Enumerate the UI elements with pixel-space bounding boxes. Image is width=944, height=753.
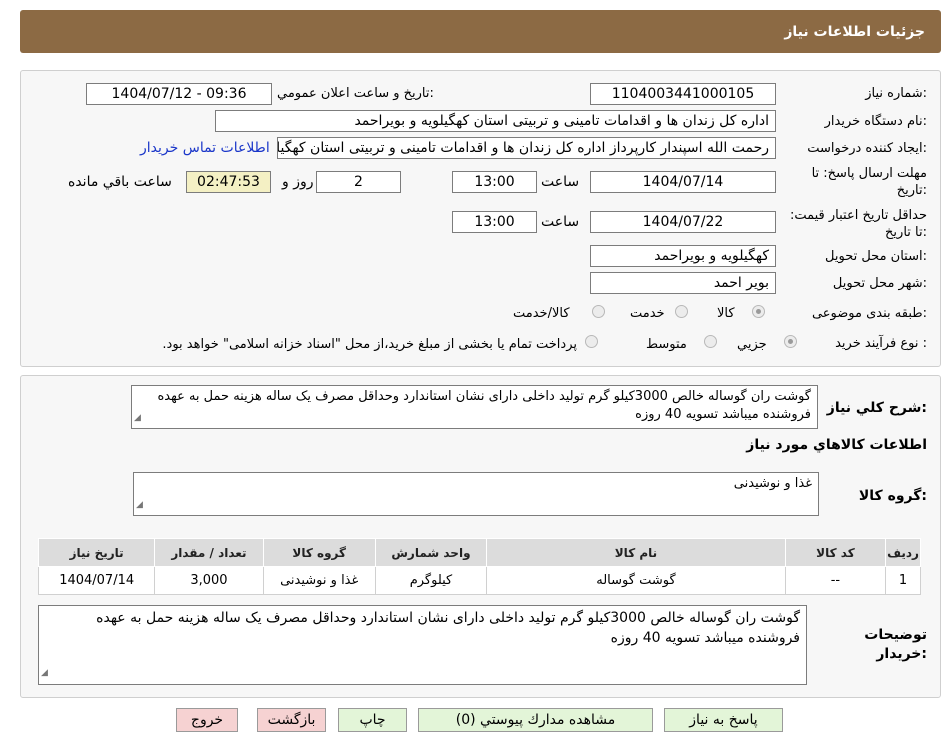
cell-row: 1 bbox=[885, 566, 921, 595]
back-button[interactable]: بازگشت bbox=[257, 708, 326, 732]
province-field: کهگیلویه و بویراحمد bbox=[590, 245, 776, 267]
process-radio-minor[interactable] bbox=[784, 335, 797, 348]
reply-button[interactable]: پاسخ به نياز bbox=[664, 708, 783, 732]
category-radio-goods[interactable] bbox=[752, 305, 765, 318]
buyer-notes-text: گوشت ران گوساله خالص 3000کیلو گرم تولید … bbox=[96, 610, 800, 646]
deadline-label: مهلت ارسال پاسخ: تا تاريخ: bbox=[811, 166, 927, 198]
validity-date-field: 1404/07/22 bbox=[590, 211, 776, 233]
category-goods-label: کالا bbox=[717, 306, 735, 321]
resize-handle-icon[interactable]: ◢ bbox=[134, 409, 141, 427]
description-label: شرح كلي نياز: bbox=[826, 400, 927, 416]
col-row-header: رديف bbox=[885, 538, 921, 567]
creator-field: رحمت الله اسپندار کارپرداز اداره کل زندا… bbox=[277, 137, 776, 159]
goods-info-title: اطلاعات كالاهاي مورد نياز bbox=[746, 437, 927, 453]
category-label: طبقه بندی موضوعی: bbox=[811, 306, 927, 321]
col-quantity-header: تعداد / مقدار bbox=[154, 538, 264, 567]
description-textarea[interactable]: گوشت ران گوساله خالص 3000کیلو گرم تولید … bbox=[131, 385, 818, 429]
goods-group-textarea[interactable]: غذا و نوشیدنی ◢ bbox=[133, 472, 819, 516]
table-header-row: رديف كد كالا نام كالا واحد شمارش گروه كا… bbox=[37, 538, 921, 567]
announce-label: تاريخ و ساعت اعلان عمومي: bbox=[277, 86, 434, 101]
col-group-header: گروه كالا bbox=[262, 538, 376, 567]
need-number-field: 1104003441000105 bbox=[590, 83, 776, 105]
process-medium-label: متوسط bbox=[646, 337, 687, 352]
resize-handle-icon[interactable]: ◢ bbox=[41, 663, 48, 683]
payment-note: پرداخت تمام يا بخشی از مبلغ خريد،از محل … bbox=[162, 337, 577, 352]
deadline-date-field: 1404/07/14 bbox=[590, 171, 776, 193]
need-number-label: شماره نياز: bbox=[865, 86, 927, 101]
page-title: جزئيات اطلاعات نياز bbox=[784, 23, 925, 40]
process-label: نوع فرآيند خريد : bbox=[835, 336, 927, 351]
back-button-label: بازگشت bbox=[267, 712, 316, 728]
col-name-header: نام كالا bbox=[486, 538, 786, 567]
exit-button-label: خروج bbox=[190, 712, 224, 728]
goods-group-text: غذا و نوشیدنی bbox=[733, 476, 812, 491]
validity-label: حداقل تاريخ اعتبار قيمت: تا تاريخ: bbox=[789, 208, 927, 240]
col-code-header: كد كالا bbox=[784, 538, 887, 567]
col-unit-header: واحد شمارش bbox=[374, 538, 488, 567]
cell-quantity: 3,000 bbox=[154, 566, 264, 595]
payment-checkbox[interactable] bbox=[585, 335, 598, 348]
remaining-time-field: 02:47:53 bbox=[186, 171, 271, 193]
buyer-notes-textarea[interactable]: گوشت ران گوساله خالص 3000کیلو گرم تولید … bbox=[38, 605, 807, 685]
exit-button[interactable]: خروج bbox=[176, 708, 238, 732]
cell-code: -- bbox=[784, 566, 887, 595]
category-goods-service-label: کالا/خدمت bbox=[513, 306, 570, 321]
city-label: شهر محل تحويل: bbox=[832, 276, 927, 291]
cell-name: گوشت گوساله bbox=[486, 566, 786, 595]
days-field: 2 bbox=[316, 171, 401, 193]
goods-group-label: گروه كالا: bbox=[858, 488, 927, 504]
announce-field: 1404/07/12 - 09:36 bbox=[86, 83, 272, 105]
deadline-time-label: ساعت bbox=[541, 174, 580, 190]
attachments-button-label: مشاهده مدارك پيوستي (0) bbox=[455, 712, 616, 728]
description-text: گوشت ران گوساله خالص 3000کیلو گرم تولید … bbox=[157, 389, 811, 422]
process-minor-label: جزيي bbox=[737, 337, 767, 352]
days-label: روز و bbox=[282, 174, 314, 190]
print-button-label: چاپ bbox=[359, 712, 386, 728]
creator-label: ايجاد کننده درخواست: bbox=[807, 141, 927, 156]
cell-date: 1404/07/14 bbox=[37, 566, 156, 595]
category-service-label: خدمت bbox=[630, 306, 665, 321]
buyer-notes-label: توضيحات خريدار: bbox=[864, 627, 927, 662]
buyer-org-field: اداره کل زندان ها و اقدامات تامینی و ترب… bbox=[215, 110, 776, 132]
table-row: 1 -- گوشت گوساله کیلوگرم غذا و نوشیدنی 3… bbox=[37, 566, 921, 595]
category-radio-goods-service[interactable] bbox=[592, 305, 605, 318]
deadline-time-field: 13:00 bbox=[452, 171, 537, 193]
province-label: استان محل تحويل: bbox=[825, 249, 927, 264]
cell-unit: کیلوگرم bbox=[374, 566, 488, 595]
reply-button-label: پاسخ به نياز bbox=[689, 712, 758, 728]
attachments-button[interactable]: مشاهده مدارك پيوستي (0) bbox=[418, 708, 653, 732]
cell-group: غذا و نوشیدنی bbox=[262, 566, 376, 595]
buyer-org-label: نام دستگاه خريدار: bbox=[824, 114, 927, 129]
validity-time-field: 13:00 bbox=[452, 211, 537, 233]
buyer-contact-link[interactable]: اطلاعات تماس خريدار bbox=[140, 140, 270, 156]
validity-time-label: ساعت bbox=[541, 214, 580, 230]
remaining-label: ساعت باقي مانده bbox=[68, 174, 172, 190]
print-button[interactable]: چاپ bbox=[338, 708, 407, 732]
page-header: جزئيات اطلاعات نياز bbox=[20, 10, 941, 53]
city-field: بویر احمد bbox=[590, 272, 776, 294]
resize-handle-icon[interactable]: ◢ bbox=[136, 496, 143, 514]
process-radio-medium[interactable] bbox=[704, 335, 717, 348]
goods-table: رديف كد كالا نام كالا واحد شمارش گروه كا… bbox=[37, 538, 921, 595]
category-radio-service[interactable] bbox=[675, 305, 688, 318]
col-date-header: تاريخ نياز bbox=[37, 538, 156, 567]
